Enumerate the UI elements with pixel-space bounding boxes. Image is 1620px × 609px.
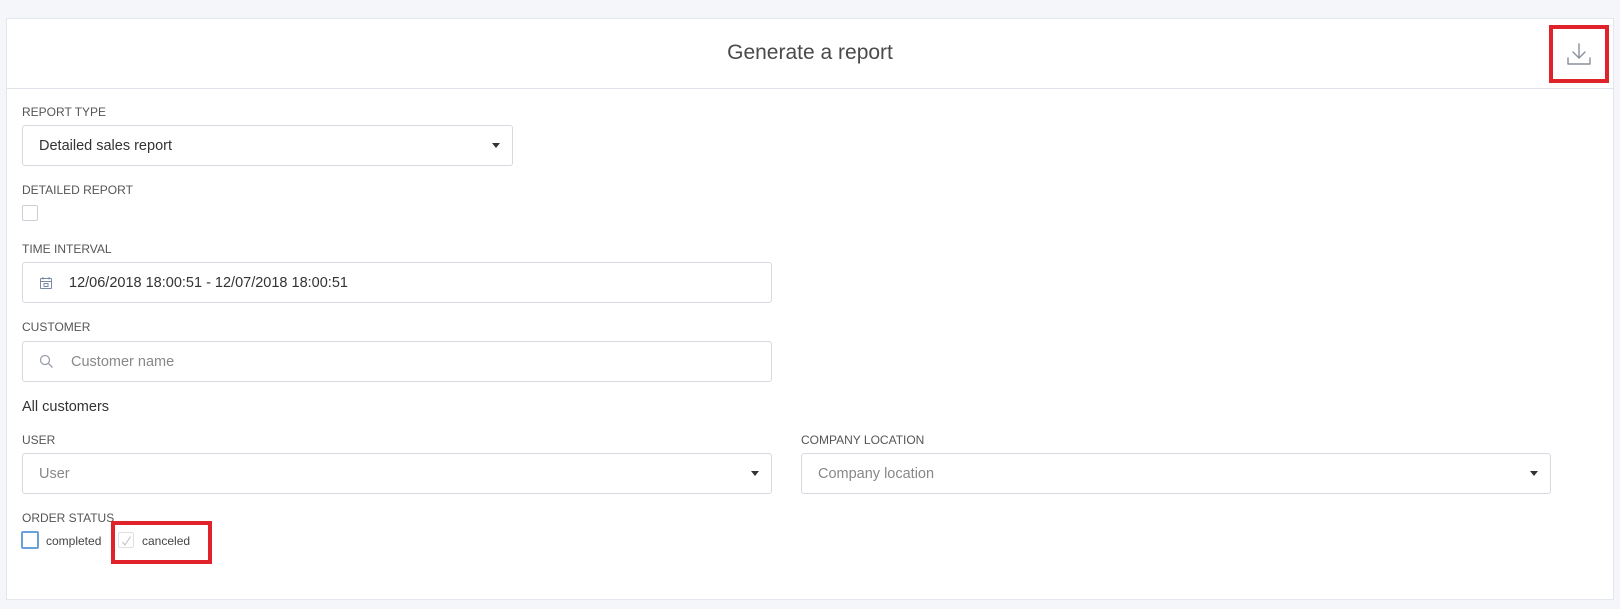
user-label: USER bbox=[22, 433, 56, 447]
customer-search-field bbox=[22, 341, 772, 382]
chevron-down-icon bbox=[492, 143, 500, 148]
status-completed-checkbox[interactable] bbox=[21, 531, 39, 549]
customer-selection-text: All customers bbox=[22, 399, 110, 415]
customer-label: CUSTOMER bbox=[22, 320, 91, 334]
card-header: Generate a report bbox=[7, 19, 1613, 89]
download-icon bbox=[1566, 41, 1592, 67]
customer-search-input[interactable] bbox=[69, 342, 771, 381]
checkmark-icon bbox=[121, 534, 132, 552]
search-icon bbox=[23, 354, 69, 369]
company-location-placeholder: Company location bbox=[818, 465, 935, 482]
user-select-placeholder: User bbox=[39, 465, 70, 482]
detailed-report-checkbox[interactable] bbox=[22, 205, 38, 221]
chevron-down-icon bbox=[1530, 471, 1538, 476]
status-canceled-checkbox[interactable] bbox=[118, 532, 134, 548]
report-type-value: Detailed sales report bbox=[39, 137, 172, 154]
company-location-label: COMPANY LOCATION bbox=[801, 433, 925, 447]
chevron-down-icon bbox=[751, 471, 759, 476]
report-card: Generate a report REPORT TYPE Detailed s… bbox=[6, 18, 1614, 600]
detailed-report-label: DETAILED REPORT bbox=[22, 183, 133, 197]
download-button[interactable] bbox=[1549, 25, 1609, 83]
calendar-icon bbox=[23, 276, 69, 290]
company-location-select[interactable]: Company location bbox=[801, 453, 1551, 494]
time-interval-input[interactable]: 12/06/2018 18:00:51 - 12/07/2018 18:00:5… bbox=[22, 262, 772, 303]
report-type-label: REPORT TYPE bbox=[22, 105, 107, 119]
report-form: REPORT TYPE Detailed sales report DETAIL… bbox=[21, 89, 1598, 599]
page-title: Generate a report bbox=[727, 41, 893, 64]
report-type-select[interactable]: Detailed sales report bbox=[22, 125, 513, 166]
user-select[interactable]: User bbox=[22, 453, 772, 494]
status-canceled-label[interactable]: canceled bbox=[142, 534, 190, 548]
status-completed-label[interactable]: completed bbox=[46, 534, 101, 548]
time-interval-label: TIME INTERVAL bbox=[22, 242, 112, 256]
order-status-label: ORDER STATUS bbox=[22, 511, 115, 525]
time-interval-value: 12/06/2018 18:00:51 - 12/07/2018 18:00:5… bbox=[69, 274, 348, 291]
